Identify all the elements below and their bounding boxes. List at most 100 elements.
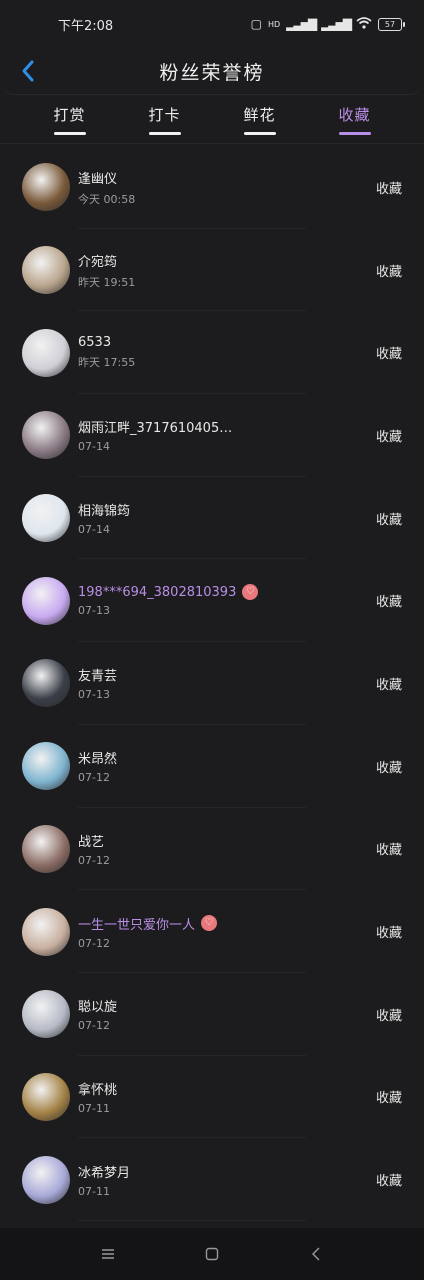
avatar[interactable] (22, 494, 70, 543)
tab-label: 鲜花 (243, 106, 276, 124)
user-name: 聪以旋 (78, 1000, 118, 1016)
user-name: 米昂然 (78, 752, 118, 768)
user-name: 冰希梦月 (78, 1165, 131, 1181)
favorite-label: 收藏 (375, 512, 402, 528)
chevron-left-icon (22, 60, 34, 82)
battery-icon: 57 (378, 17, 405, 31)
list-item[interactable]: 拿怀桃 07-11 收藏 (0, 1056, 424, 1139)
list-item[interactable]: 烟雨江畔_371761040575… 07-14 收藏 (0, 394, 424, 477)
status-time: 下午2:08 (58, 18, 114, 34)
favorite-label: 收藏 (375, 347, 402, 363)
tab-flowers[interactable]: 鲜花 (225, 96, 295, 135)
user-info: 拿怀桃 07-11 (78, 1079, 338, 1115)
tab-reward[interactable]: 打赏 (35, 96, 105, 135)
user-name: 烟雨江畔_371761040575… (78, 421, 238, 437)
favorite-label: 收藏 (375, 677, 402, 693)
favorite-label: 收藏 (375, 1174, 402, 1190)
favorite-label: 收藏 (375, 1008, 402, 1024)
avatar[interactable] (22, 1072, 70, 1121)
avatar[interactable] (22, 576, 70, 625)
list-item[interactable]: 战艺 07-12 收藏 (0, 808, 424, 891)
system-nav-bar (0, 1228, 424, 1280)
tab-favorites[interactable]: 收藏 (320, 96, 390, 135)
user-name: 拿怀桃 (78, 1082, 118, 1098)
wifi-icon (356, 16, 372, 32)
user-time: 昨天 17:55 (78, 356, 136, 370)
user-name: 逢幽仪 (78, 171, 118, 187)
user-time: 07-11 (78, 1101, 110, 1115)
sim-icon: ▢ (250, 17, 262, 31)
back-button[interactable] (14, 56, 42, 86)
favorite-label: 收藏 (375, 926, 402, 942)
user-info: 6533 昨天 17:55 (78, 335, 338, 370)
avatar[interactable] (22, 990, 70, 1039)
heart-badge-icon: ♡ (242, 584, 259, 601)
tab-underline (338, 132, 371, 135)
user-time: 07-12 (78, 771, 110, 785)
user-time: 07-14 (78, 523, 110, 537)
user-time: 07-13 (78, 688, 110, 702)
avatar[interactable] (22, 411, 70, 460)
tab-underline (243, 132, 276, 135)
user-info: 相海锦筠 07-14 (78, 500, 338, 536)
back-nav-button[interactable] (304, 1242, 328, 1266)
user-info: 战艺 07-12 (78, 831, 338, 867)
list-item[interactable]: 逢幽仪 今天 00:58 收藏 (0, 146, 424, 229)
favorite-label: 收藏 (375, 595, 402, 611)
header: 粉丝荣誉榜 (0, 48, 424, 95)
signal-icon: ▂▃▅▇ (286, 17, 317, 31)
menu-icon (102, 1249, 114, 1259)
user-info: 聪以旋 07-12 (78, 996, 338, 1032)
user-name: 战艺 (78, 834, 105, 850)
list-item[interactable]: 友青芸 07-13 收藏 (0, 642, 424, 725)
list-item[interactable]: 米昂然 07-12 收藏 (0, 725, 424, 808)
tab-label: 打赏 (53, 106, 86, 124)
tab-underline (53, 132, 86, 135)
tab-label: 打卡 (148, 106, 181, 124)
tab-underline (148, 132, 181, 135)
signal-icon-2: ▂▃▅▇ (321, 17, 352, 31)
avatar[interactable] (22, 1155, 70, 1204)
user-time: 昨天 19:51 (78, 275, 136, 289)
favorite-label: 收藏 (375, 264, 402, 280)
avatar[interactable] (22, 328, 70, 377)
status-icons: ▢ HD ▂▃▅▇ ▂▃▅▇ 57 (250, 16, 405, 32)
menu-button[interactable] (96, 1242, 120, 1266)
page-title: 粉丝荣誉榜 (159, 61, 265, 84)
user-name: 介宛筠 (78, 254, 118, 270)
avatar[interactable] (22, 659, 70, 708)
heart-badge-icon: ♡ (201, 915, 218, 932)
user-time: 今天 00:58 (78, 192, 136, 206)
favorite-label: 收藏 (375, 1091, 402, 1107)
chevron-left-icon (312, 1247, 320, 1261)
user-info: 友青芸 07-13 (78, 665, 338, 701)
tab-checkin[interactable]: 打卡 (130, 96, 200, 135)
avatar[interactable] (22, 246, 70, 295)
avatar[interactable] (22, 163, 70, 212)
favorite-label: 收藏 (375, 181, 402, 197)
list-item[interactable]: 冰希梦月 07-11 收藏 (0, 1138, 424, 1221)
user-time: 07-12 (78, 1019, 110, 1033)
avatar[interactable] (22, 742, 70, 791)
user-time: 07-14 (78, 440, 110, 454)
list-item[interactable]: 介宛筠 昨天 19:51 收藏 (0, 229, 424, 312)
home-button[interactable] (200, 1242, 224, 1266)
favorite-label: 收藏 (375, 843, 402, 859)
list-item[interactable]: 198***694_3802810393 ♡ 07-13 收藏 (0, 559, 424, 642)
list-item[interactable]: 6533 昨天 17:55 收藏 (0, 311, 424, 394)
favorite-label: 收藏 (375, 429, 402, 445)
user-info: 冰希梦月 07-11 (78, 1162, 338, 1198)
list-item[interactable]: 相海锦筠 07-14 收藏 (0, 477, 424, 560)
user-name: 一生一世只爱你一人 (78, 917, 196, 933)
user-time: 07-11 (78, 1184, 110, 1198)
network-type: HD (267, 19, 281, 29)
user-name: 友青芸 (78, 669, 118, 685)
user-info: 逢幽仪 今天 00:58 (78, 168, 338, 207)
user-info: 一生一世只爱你一人 ♡ 07-12 (78, 914, 338, 950)
avatar[interactable] (22, 907, 70, 956)
user-info: 198***694_3802810393 ♡ 07-13 (78, 584, 338, 617)
list-item[interactable]: 一生一世只爱你一人 ♡ 07-12 收藏 (0, 890, 424, 973)
avatar[interactable] (22, 824, 70, 873)
list-item[interactable]: 聪以旋 07-12 收藏 (0, 973, 424, 1056)
user-name: 198***694_3802810393 (78, 584, 237, 600)
